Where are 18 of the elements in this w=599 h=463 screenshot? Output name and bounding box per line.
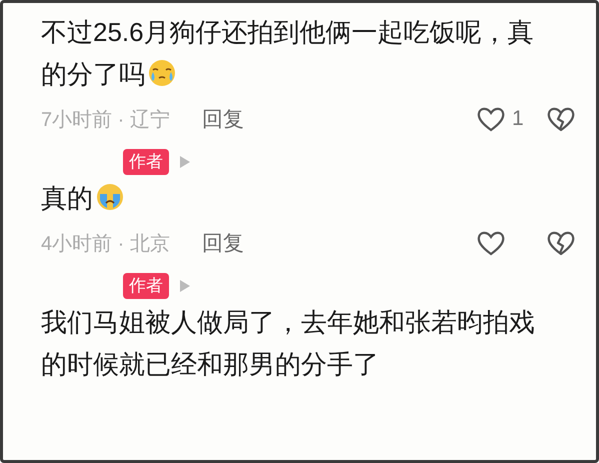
reply-link[interactable]: 回复 — [202, 105, 244, 133]
play-triangle-icon — [179, 155, 191, 169]
author-tag: 作者 — [123, 149, 169, 175]
author-tag: 作者 — [123, 273, 169, 299]
play-triangle-icon — [179, 279, 191, 293]
crying-emoji-icon — [95, 182, 125, 212]
heart-icon[interactable] — [476, 229, 506, 257]
comment-time-location: 4小时前 · 北京 — [41, 232, 170, 256]
comment-text: 我们马姐被人做局了，去年她和张若昀拍戏的时候就已经和那男的分手了 — [41, 306, 536, 381]
comment-text: 真的 — [41, 177, 556, 219]
comment-text: 不过25.6月狗仔还拍到他俩一起吃饭呢，真的分了吗 — [41, 16, 535, 91]
heart-icon[interactable] — [476, 105, 506, 133]
crying-emoji-icon — [147, 58, 177, 88]
broken-heart-icon[interactable] — [546, 229, 576, 257]
comment-time-location: 7小时前 · 辽宁 — [41, 108, 170, 132]
broken-heart-icon[interactable] — [546, 105, 576, 133]
reply-link[interactable]: 回复 — [202, 229, 244, 257]
like-count: 1 — [512, 107, 524, 131]
